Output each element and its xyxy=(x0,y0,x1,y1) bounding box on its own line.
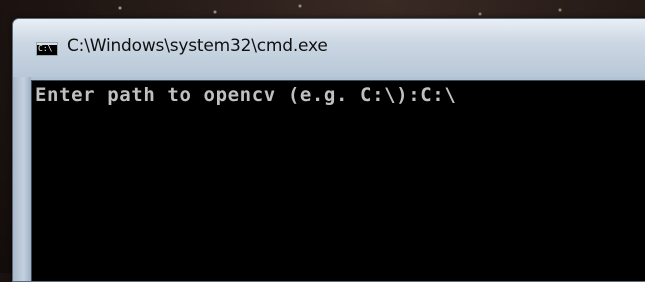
cmd-icon[interactable]: C:\ xyxy=(36,42,58,56)
title-bar[interactable]: C:\ C:\Windows\system32\cmd.exe xyxy=(13,19,645,77)
window-frame-left xyxy=(13,77,31,281)
cmd-window[interactable]: C:\ C:\Windows\system32\cmd.exe Enter pa… xyxy=(12,18,645,282)
console-prompt-line: Enter path to opencv (e.g. C:\):C:\ xyxy=(35,84,457,106)
window-title: C:\Windows\system32\cmd.exe xyxy=(67,36,328,56)
console-area[interactable]: Enter path to opencv (e.g. C:\):C:\ xyxy=(31,80,645,281)
